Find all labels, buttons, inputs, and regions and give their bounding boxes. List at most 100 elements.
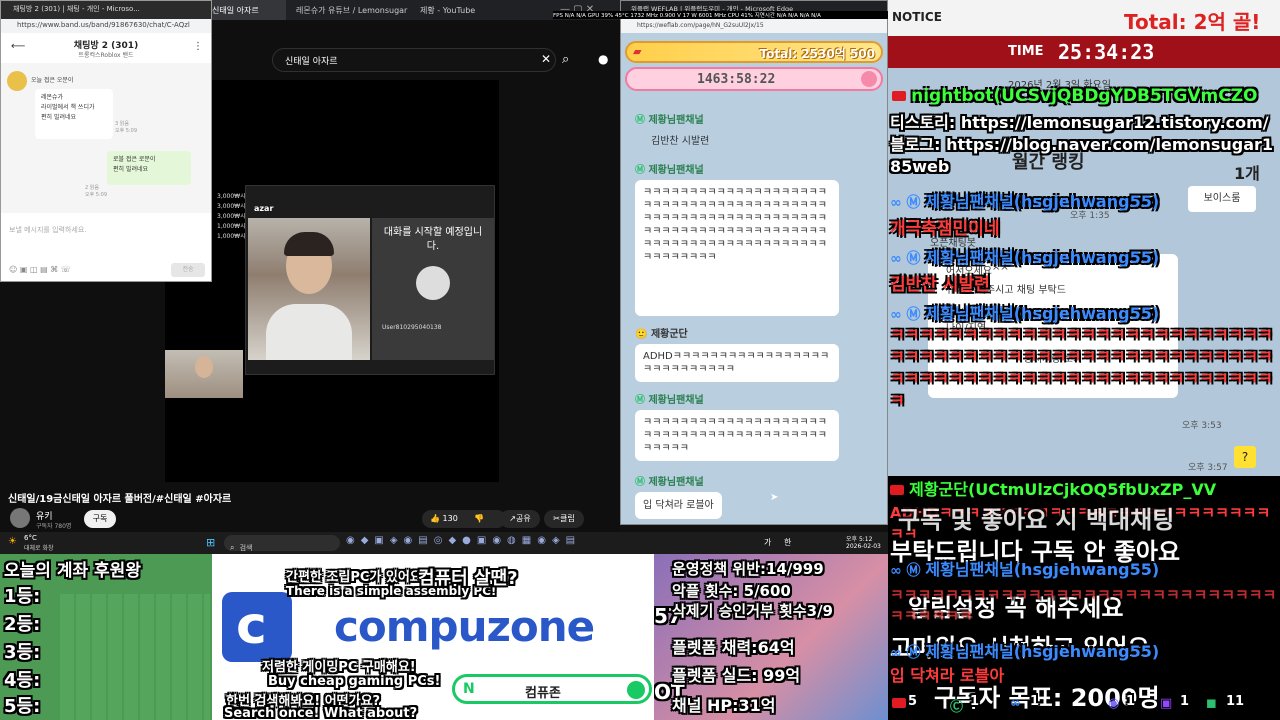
mouse-cursor: ➤ <box>770 492 779 503</box>
mic-icon[interactable]: ● <box>598 52 608 66</box>
taskbar-search[interactable]: ⌕ 검색 <box>224 535 340 552</box>
notice-label: NOTICE <box>892 10 942 24</box>
like-button[interactable]: 👍 130 👎 <box>422 510 506 528</box>
chat-line: ∞ Ⓜ 제황님팬채널(hsgjehwang55) <box>890 638 1159 662</box>
brand-name: compuzone <box>334 602 595 651</box>
chzzk-icon: ∞ Ⓜ <box>890 251 926 267</box>
car-icon: ▰ <box>633 45 642 58</box>
weflab-chat-item: Ⓜ 제황님팬채널 ㅋㅋㅋㅋㅋㅋㅋㅋㅋㅋㅋㅋㅋㅋㅋㅋㅋㅋㅋㅋㅋㅋㅋㅋㅋㅋㅋㅋㅋㅋㅋ… <box>635 391 839 461</box>
chzzk-icon: Ⓜ <box>635 165 649 176</box>
youtube-search-bar[interactable]: 신태일 아자르 ✕ <box>272 48 556 72</box>
chzzk-icon: Ⓜ <box>635 477 649 488</box>
chzzk-icon: ∞ Ⓜ <box>890 645 926 661</box>
message-input[interactable]: 보낼 메시지를 입력하세요. <box>9 225 87 235</box>
ad-question: 컴퓨터 살땐? <box>418 568 518 589</box>
chzzk-icon: Ⓜ <box>635 115 649 126</box>
chat-message: 김반찬 시발련 <box>890 275 990 295</box>
chat-line: ∞ Ⓜ 제황님팬채널(hsgjehwang55) <box>890 300 1159 324</box>
time-label: TIME <box>1008 44 1044 59</box>
avatar[interactable] <box>10 508 30 528</box>
ad-line1-en: Buy cheap gaming PCs! <box>268 674 441 689</box>
counter-value: 1 <box>1126 694 1136 709</box>
weflab-chat-item: Ⓜ 제황님팬채널 ㅋㅋㅋㅋㅋㅋㅋㅋㅋㅋㅋㅋㅋㅋㅋㅋㅋㅋㅋㅋㅋㅋㅋㅋㅋㅋㅋㅋㅋㅋㅋ… <box>635 161 839 316</box>
stat-line: 삭제기 승인거부 횟수3/9 <box>672 602 833 620</box>
chat-message: 김반찬 시발련 <box>651 136 710 147</box>
donation-item: 1,000₩시 <box>217 223 246 230</box>
more-icon[interactable]: ⋮ <box>193 41 203 52</box>
search-input[interactable]: 신태일 아자르 <box>285 54 338 67</box>
clip-button[interactable]: ✂클립 <box>544 510 584 528</box>
naver-search-box[interactable]: N 컴퓨존 <box>452 674 652 704</box>
stat-line: 운영정책 위반:14/999 <box>672 560 824 578</box>
avatar: 🙂 <box>635 329 651 340</box>
ime-indicator[interactable]: 한 <box>784 537 791 548</box>
message-meta: 3 읽음 오후 5:09 <box>115 121 138 134</box>
band-url-bar[interactable]: https://www.band.us/band/91867630/chat/C… <box>1 19 211 33</box>
band-window-title: 채팅방 2 (301) | 채팅 - 개인 - Microso... <box>13 5 140 13</box>
rank-4: 4등: <box>4 670 41 691</box>
send-button[interactable]: 전송 <box>171 263 205 277</box>
counter-value: 5 <box>908 694 918 709</box>
tab-lemonsugar[interactable]: 레몬슈가 유튜브 / Lemonsugar <box>290 0 410 20</box>
weflab-chat-item: Ⓜ 제황님팬채널 김반찬 시발련 <box>635 115 710 147</box>
streamer-camera <box>248 218 370 360</box>
right-overlay: NOTICE Total: 2억 골! TIME 25:34:23 2026년 … <box>888 0 1280 720</box>
azar-user-label: User810295040138 <box>382 324 442 331</box>
weflab-stats: FPS N/A N/A GPU 39% 45°C 1732 MHz 0.900 … <box>553 11 893 19</box>
lang-indicator[interactable]: 가 <box>764 537 771 548</box>
webcam-overlay <box>165 350 243 398</box>
counter-value: 1 <box>1180 694 1190 709</box>
video-player[interactable]: 3,000₩시 3,000₩시 3,000₩시 1,000₩시 1,000₩시 … <box>165 80 499 482</box>
taskbar: ☀ 6°C 대체로 화창 ⊞ ⌕ 검색 ◉◆▣◈◉▤◎◆●▣◉◍▦◉◈▤ 가 한… <box>0 532 888 554</box>
band-chat-window: 채팅방 2 (301) | 채팅 - 개인 - Microso... https… <box>0 0 212 282</box>
search-query: 컴퓨존 <box>525 686 561 701</box>
donation-item: 3,000₩시 <box>217 213 246 220</box>
chat-message: 오늘 접은 오분이 <box>31 77 74 84</box>
clock-time[interactable]: 오후 5:12 <box>846 534 872 543</box>
tab-youtube[interactable]: 제황 - YouTube <box>414 0 534 20</box>
share-button[interactable]: ↗공유 <box>500 510 540 528</box>
chat-bubble-self: 로블 접은 로분이 편히 빌려네요 <box>107 151 191 185</box>
ranking-title: 오늘의 계좌 후원왕 <box>4 561 141 581</box>
youtube-icon <box>892 91 906 101</box>
counter-value: 1 <box>1030 694 1040 709</box>
hair-shape <box>284 232 334 256</box>
stat-line: 채널 HP:31억 <box>672 696 776 715</box>
taskbar-apps[interactable]: ◉◆▣◈◉▤◎◆●▣◉◍▦◉◈▤ <box>346 535 581 546</box>
subscriber-count: 구독자 780명 <box>36 523 72 530</box>
chat-message: ㅋㅋㅋㅋㅋㅋㅋㅋㅋㅋㅋㅋㅋㅋㅋㅋㅋㅋㅋㅋㅋㅋㅋㅋㅋㅋㅋㅋㅋㅋㅋㅋㅋㅋㅋㅋㅋㅋㅋㅋ… <box>890 325 1273 410</box>
search-icon[interactable]: ⌕ <box>562 52 569 67</box>
windows-icon[interactable]: ⊞ <box>206 536 215 549</box>
chat-user: 제황님팬채널(hsgjehwang55) <box>925 560 1160 579</box>
counter-value: 11 <box>1226 694 1245 709</box>
pig-icon <box>861 71 877 87</box>
compuzone-ad: c 간편한 조립PC가 있어요! There is a simple assem… <box>212 554 654 720</box>
band-icon: ◼ <box>1206 696 1217 711</box>
chat-bubble: 레몬슈가 라이벌에서 책 쓰디가 편히 빌려네요 <box>35 89 113 139</box>
weather-temp: 6°C <box>24 534 37 542</box>
back-icon[interactable]: ⟵ <box>11 41 25 52</box>
clear-icon[interactable]: ✕ <box>541 52 551 66</box>
donation-item: 3,000₩시 <box>217 203 246 210</box>
azar-logo: azar <box>254 204 274 213</box>
video-title: 신태일/19금신태일 아자르 풀버전/#신태일 #아자르 <box>8 494 232 505</box>
total-text: Total: 2억 골! <box>1124 10 1261 34</box>
chat-message: ㅋㅋㅋㅋㅋㅋㅋㅋㅋㅋㅋㅋㅋㅋㅋㅋㅋㅋㅋㅋㅋㅋㅋㅋㅋㅋㅋㅋㅋㅋㅋㅋㅋㅋ <box>890 586 1277 625</box>
emoji-icon[interactable]: ☺ ▣ ◫ ▤ ⌘ ☏ <box>9 265 71 274</box>
total-value: Total: 2530억 500 <box>759 47 875 61</box>
chzzk-icon: ∞ Ⓜ <box>890 307 926 323</box>
azar-partner-panel: 대화를 시작할 예정입니다. User810295040138 <box>372 218 494 360</box>
weflab-chat-item: 🙂 제황군단 ADHDㅋㅋㅋㅋㅋㅋㅋㅋㅋㅋㅋㅋㅋㅋㅋㅋㅋㅋㅋㅋㅋㅋㅋㅋㅋㅋㅋ <box>635 325 839 382</box>
subscribe-button[interactable]: 구독 <box>84 510 116 528</box>
clock-date[interactable]: 2026-02-03 <box>846 543 881 550</box>
chat-message: 티스토리: https://lemonsugar12.tistory.com/ … <box>890 113 1274 176</box>
tab-azar[interactable]: 신태일 아자르 <box>206 0 286 20</box>
avatar <box>7 71 27 91</box>
discord-icon: ◉ <box>1108 696 1120 711</box>
rank-3: 3등: <box>4 642 41 663</box>
chat-user: 제황님팬채널(hsgjehwang55) <box>925 642 1160 661</box>
timer-banner: 1463:58:22 <box>625 67 883 91</box>
counter-value: 1 <box>970 694 980 709</box>
shirt-shape <box>266 304 352 360</box>
weflab-url-bar[interactable]: https://weflab.com/page/hN_G2suUl2Jx/15 <box>621 19 887 33</box>
